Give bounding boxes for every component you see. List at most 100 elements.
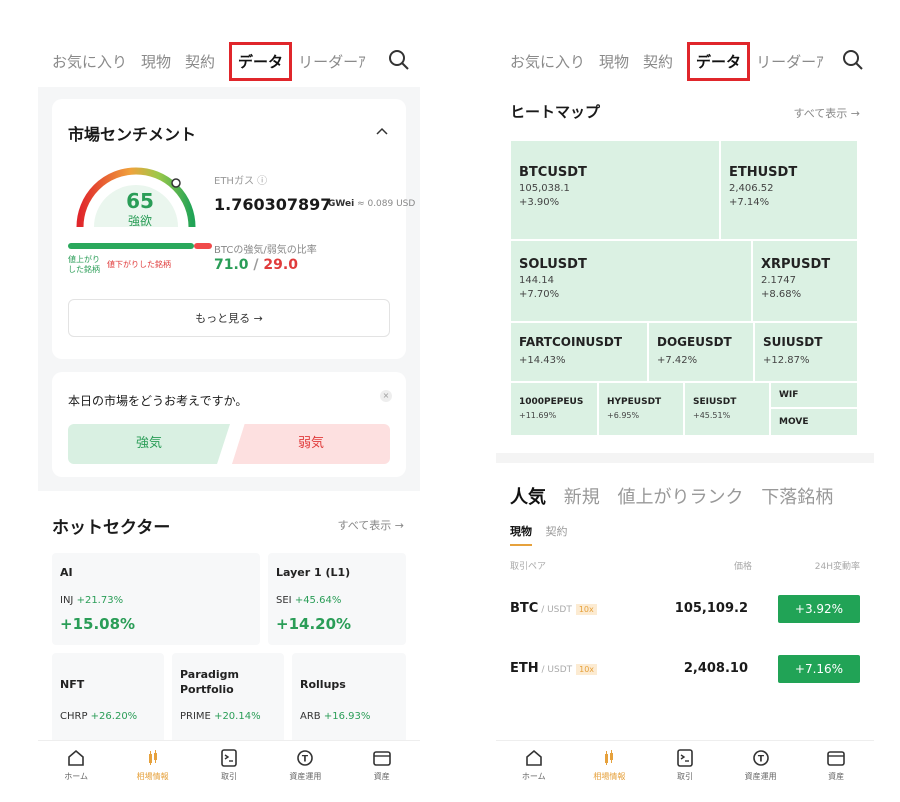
nav-market[interactable]: 相場情報 — [579, 749, 639, 782]
more-button[interactable]: もっと見る → — [68, 299, 390, 337]
search-icon[interactable] — [842, 49, 864, 71]
svg-text:T: T — [302, 755, 309, 765]
ratio-up: 71.0 — [214, 257, 249, 273]
tile-symbol: ETHUSDT — [729, 165, 798, 180]
sector-card[interactable]: AI INJ +21.73% +15.08% — [52, 553, 260, 645]
tile-symbol: FARTCOINUSDT — [519, 335, 623, 349]
nav-label: ホーム — [521, 772, 546, 781]
heatmap-tile[interactable]: SUIUSDT +12.87% — [754, 322, 858, 382]
tab-spot[interactable]: 現物 — [141, 51, 171, 72]
tab-contract[interactable]: 契約 — [643, 51, 673, 72]
ratio-label: BTCの強気/弱気の比率 — [214, 245, 317, 256]
market-icon — [148, 750, 157, 765]
tab-popular[interactable]: 人気 — [510, 487, 546, 508]
tile-symbol: SOLUSDT — [519, 257, 587, 272]
sector-ticker: CHRP +26.20% — [60, 711, 137, 722]
wallet-icon — [827, 751, 845, 766]
market-type-tabs: 現物 契約 — [510, 523, 568, 546]
tab-losers[interactable]: 下落銘柄 — [761, 487, 833, 508]
nav-home[interactable]: ホーム — [504, 749, 564, 782]
nav-earn[interactable]: T 資産運用 — [731, 749, 791, 782]
column-price: 価格 — [734, 562, 753, 572]
trade-icon — [221, 749, 237, 767]
eth-gas-usd: ≈ 0.089 USD — [357, 199, 416, 209]
nav-earn[interactable]: T 資産運用 — [275, 749, 335, 782]
heatmap-title: ヒートマップ — [510, 103, 601, 121]
bottom-nav: ホーム 相場情報 取引 T 資産運用 資産 — [38, 740, 420, 790]
nav-trade[interactable]: 取引 — [655, 749, 715, 782]
section-divider — [496, 453, 874, 463]
nav-label: 資産運用 — [744, 772, 777, 781]
tile-change: +45.51% — [693, 411, 731, 420]
ratio-down: 29.0 — [263, 257, 298, 273]
tile-change: +12.87% — [763, 355, 810, 366]
column-change: 24H変動率 — [814, 562, 860, 572]
row-pair: ETH / USDT 10x — [510, 661, 598, 676]
heatmap-see-all-link[interactable]: すべて表示 → — [793, 105, 860, 121]
heatmap-tile[interactable]: MOVE — [770, 408, 858, 436]
heatmap-tile[interactable]: XRPUSDT 2.1747 +8.68% — [752, 240, 858, 322]
eth-gas-unit: GWei ≈ 0.089 USD — [328, 199, 415, 209]
top-tab-bar: お気に入り 現物 契約 データ リーダーｱ — [38, 35, 420, 87]
home-icon — [68, 749, 84, 766]
sector-ticker-change: +21.73% — [76, 595, 124, 606]
heatmap-tile[interactable]: HYPEUSDT +6.95% — [598, 382, 684, 436]
close-icon[interactable]: × — [380, 390, 392, 402]
tab-data[interactable]: データ — [229, 41, 293, 81]
chevron-up-icon[interactable] — [376, 125, 388, 137]
ratio-bar-down — [194, 243, 212, 249]
sector-card[interactable]: Layer 1 (L1) SEI +45.64% +14.20% — [268, 553, 406, 645]
heatmap-tile[interactable]: SEIUSDT +45.51% — [684, 382, 770, 436]
heatmap-tile[interactable]: BTCUSDT 105,038.1 +3.90% — [510, 140, 720, 240]
nav-wallet[interactable]: 資産 — [806, 749, 866, 782]
sector-grid: AI INJ +21.73% +15.08% Layer 1 (L1) SEI … — [38, 553, 420, 743]
nav-home[interactable]: ホーム — [46, 749, 106, 782]
sector-card[interactable]: Paradigm Portfolio PRIME +20.14% — [172, 653, 284, 743]
tile-price: 105,038.1 — [519, 183, 570, 194]
heatmap-tile[interactable]: SOLUSDT 144.14 +7.70% — [510, 240, 752, 322]
tile-change: +11.69% — [519, 411, 557, 420]
heatmap-tile[interactable]: FARTCOINUSDT +14.43% — [510, 322, 648, 382]
heatmap-tile[interactable]: 1000PEPEUS +11.69% — [510, 382, 598, 436]
tab-favorites[interactable]: お気に入り — [52, 51, 127, 72]
tab-favorites[interactable]: お気に入り — [510, 51, 585, 72]
search-icon[interactable] — [388, 49, 410, 71]
bottom-nav: ホーム 相場情報 取引 T 資産運用 資産 — [496, 740, 874, 790]
bearish-button[interactable]: 弱気 — [232, 424, 390, 464]
eth-gas-label: ETHガス ⓘ — [214, 176, 268, 187]
sector-card[interactable]: Rollups ARB +16.93% — [292, 653, 406, 743]
market-row[interactable]: ETH / USDT 10x 2,408.10 +7.16% — [510, 655, 860, 685]
bullish-button[interactable]: 強気 — [68, 424, 230, 464]
tab-gainers[interactable]: 値上がりランク — [617, 487, 743, 508]
tab-spot[interactable]: 現物 — [599, 51, 629, 72]
sector-ticker-change: +20.14% — [214, 711, 261, 722]
subtab-spot[interactable]: 現物 — [510, 525, 532, 546]
market-row[interactable]: BTC / USDT 10x 105,109.2 +3.92% — [510, 595, 860, 625]
subtab-contract[interactable]: 契約 — [546, 525, 568, 538]
nav-label: 取引 — [676, 772, 693, 781]
heatmap-tile[interactable]: WIF — [770, 382, 858, 408]
sector-ticker: INJ +21.73% — [60, 595, 123, 606]
heatmap-header: ヒートマップ すべて表示 → — [496, 87, 874, 127]
nav-market[interactable]: 相場情報 — [123, 749, 183, 782]
nav-trade[interactable]: 取引 — [199, 749, 259, 782]
row-base: BTC — [510, 601, 539, 616]
nav-label: 資産 — [828, 772, 845, 781]
down-label: 値下がりした銘柄 — [107, 260, 171, 269]
tab-leader[interactable]: リーダーｱ — [756, 51, 824, 72]
tab-data[interactable]: データ — [687, 41, 751, 81]
tile-change: +7.70% — [519, 289, 560, 300]
tab-leader[interactable]: リーダーｱ — [298, 51, 366, 72]
sector-ticker: SEI +45.64% — [276, 595, 341, 606]
heatmap-tile[interactable]: DOGEUSDT +7.42% — [648, 322, 754, 382]
tile-symbol: XRPUSDT — [761, 257, 831, 272]
tab-contract[interactable]: 契約 — [185, 51, 215, 72]
hot-see-all-link[interactable]: すべて表示 → — [337, 517, 404, 533]
sector-ticker-change: +45.64% — [294, 595, 342, 606]
sector-card[interactable]: NFT CHRP +26.20% — [52, 653, 164, 743]
earn-icon: T — [297, 750, 314, 766]
heatmap-tile[interactable]: ETHUSDT 2,406.52 +7.14% — [720, 140, 858, 240]
nav-label: 取引 — [220, 772, 237, 781]
tab-new[interactable]: 新規 — [564, 487, 600, 508]
nav-wallet[interactable]: 資産 — [352, 749, 412, 782]
